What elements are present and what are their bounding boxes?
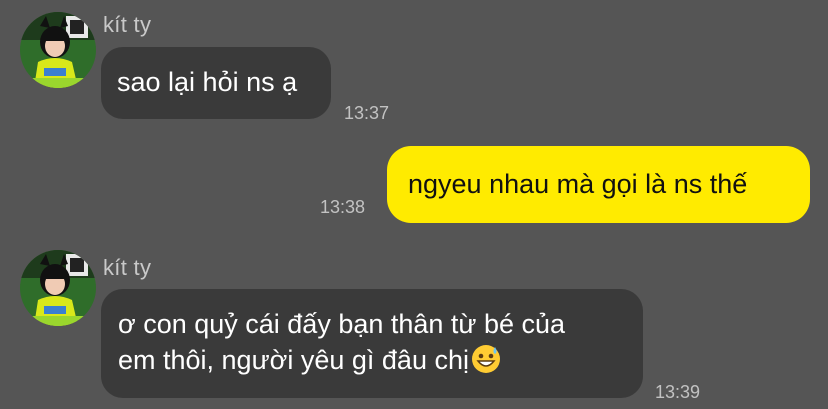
- chat-screen: kít ty sao lại hỏi ns ạ 13:37 13:38 ngye…: [0, 0, 828, 409]
- message-bubble-outgoing[interactable]: ngyeu nhau mà gọi là ns thế: [387, 146, 810, 223]
- sender-avatar[interactable]: [20, 12, 96, 88]
- message-bubble-incoming[interactable]: sao lại hỏi ns ạ: [101, 47, 331, 119]
- sender-name: kít ty: [103, 12, 152, 37]
- grinning-face-with-sweat-icon: [471, 345, 500, 373]
- message-text-line: ơ con quỷ cái đấy bạn thân từ bé của: [118, 309, 566, 339]
- avatar-photo-icon: [20, 12, 96, 88]
- message-text: ngyeu nhau mà gọi là ns thế: [408, 169, 748, 199]
- message-bubble-incoming[interactable]: ơ con quỷ cái đấy bạn thân từ bé của em …: [101, 289, 643, 398]
- message-timestamp: 13:39: [655, 382, 701, 402]
- message-text: sao lại hỏi ns ạ: [117, 67, 298, 97]
- sender-name: kít ty: [103, 255, 152, 280]
- message-text: em thôi, người yêu gì đâu chị: [118, 345, 469, 375]
- avatar-photo-icon: [20, 250, 96, 326]
- message-timestamp: 13:38: [320, 197, 366, 217]
- sender-avatar[interactable]: [20, 250, 96, 326]
- message-timestamp: 13:37: [344, 103, 390, 123]
- message-text-line: em thôi, người yêu gì đâu chị: [118, 342, 626, 378]
